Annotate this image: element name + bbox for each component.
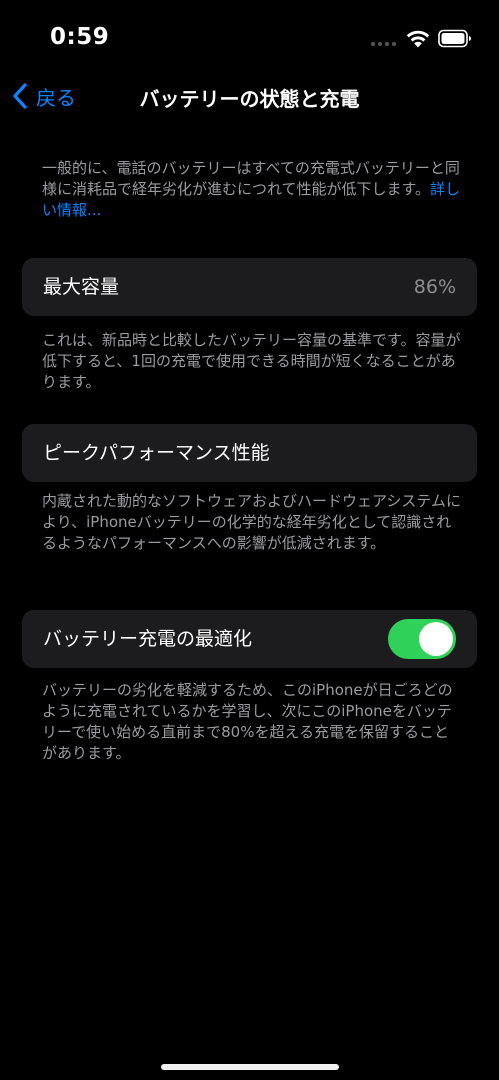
peak-performance-label: ピークパフォーマンス性能 bbox=[43, 442, 270, 464]
max-capacity-row: 最大容量 86% bbox=[22, 258, 477, 316]
optimized-charging-toggle[interactable] bbox=[388, 619, 456, 659]
home-indicator[interactable] bbox=[161, 1064, 339, 1070]
peak-performance-footnote: 内蔵された動的なソフトウェアおよびハードウェアシステムにより、iPhoneバッテ… bbox=[42, 492, 461, 552]
optimized-charging-row: バッテリー充電の最適化 bbox=[22, 610, 477, 668]
battery-icon bbox=[438, 29, 471, 48]
peak-performance-row: ピークパフォーマンス性能 bbox=[22, 424, 477, 482]
max-capacity-footnote: これは、新品時と比較したバッテリー容量の基準です。容量が低下すると、1回の充電で… bbox=[42, 331, 461, 391]
max-capacity-label: 最大容量 bbox=[43, 276, 120, 298]
status-time: 0:59 bbox=[50, 24, 110, 50]
optimized-charging-footnote: バッテリーの劣化を軽減するため、このiPhoneが日ごろどのように充電されている… bbox=[42, 681, 453, 762]
navigation-bar: 戻る バッテリーの状態と充電 bbox=[0, 70, 499, 122]
status-bar: 0:59 bbox=[0, 0, 499, 80]
intro-body: 一般的に、電話のバッテリーはすべての充電式バッテリーと同様に消耗品で経年劣化が進… bbox=[42, 159, 460, 198]
page-title: バッテリーの状態と充電 bbox=[139, 87, 360, 111]
optimized-charging-label: バッテリー充電の最適化 bbox=[43, 628, 253, 650]
max-capacity-value: 86% bbox=[413, 276, 456, 298]
toggle-knob bbox=[419, 622, 453, 656]
cellular-signal-icon bbox=[371, 42, 396, 46]
wifi-icon bbox=[406, 30, 430, 48]
intro-text: 一般的に、電話のバッテリーはすべての充電式バッテリーと同様に消耗品で経年劣化が進… bbox=[42, 158, 462, 221]
